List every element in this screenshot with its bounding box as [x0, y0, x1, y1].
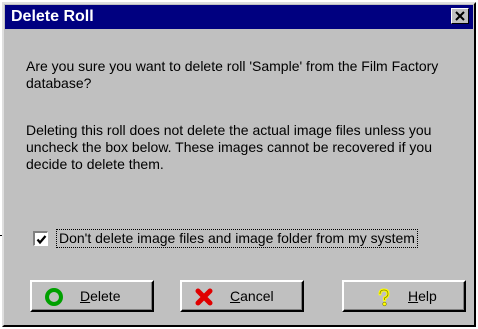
title-bar: Delete Roll	[5, 5, 473, 29]
cancel-button[interactable]: Cancel	[180, 280, 304, 312]
cancel-button-label: Cancel	[230, 288, 274, 304]
delete-roll-dialog: Delete Roll Are you sure you want to del…	[2, 2, 476, 327]
delete-button[interactable]: Delete	[30, 280, 154, 312]
close-icon	[455, 11, 465, 21]
confirmation-message: Are you sure you want to delete roll 'Sa…	[26, 58, 439, 91]
red-x-icon	[195, 288, 213, 306]
dialog-title: Delete Roll	[11, 8, 94, 25]
yellow-question-icon	[378, 288, 390, 307]
delete-button-label: Delete	[80, 288, 121, 304]
help-button-label: Help	[408, 288, 437, 304]
warning-message: Deleting this roll does not delete the a…	[26, 122, 432, 172]
keep-files-label[interactable]: Don't delete image files and image folde…	[56, 229, 418, 248]
green-circle-icon	[45, 288, 63, 306]
help-button[interactable]: Help	[342, 280, 466, 312]
keep-files-checkbox[interactable]	[33, 231, 48, 246]
checkmark-icon	[36, 235, 47, 245]
close-button[interactable]	[451, 8, 469, 24]
